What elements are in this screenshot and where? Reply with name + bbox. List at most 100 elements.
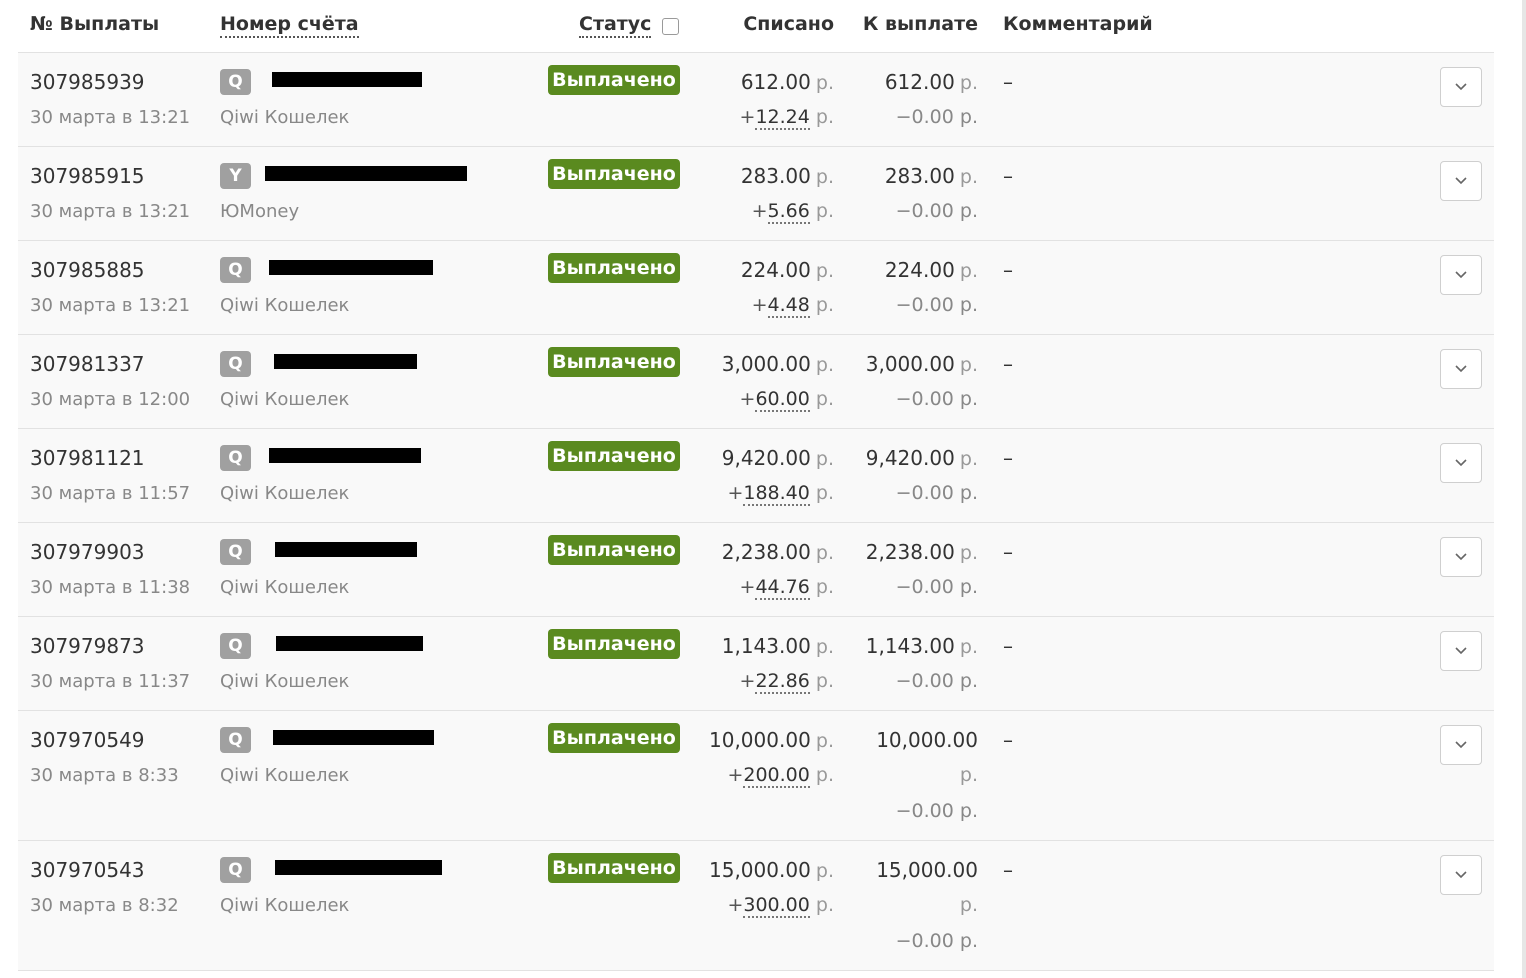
payout-id: 307985915	[30, 164, 145, 188]
payout-date: 30 марта в 8:33	[30, 765, 179, 786]
col-account-number[interactable]: Номер счёта	[220, 13, 359, 38]
debited-amount: 2,238.00 р.	[722, 540, 834, 564]
fee-amount[interactable]: +300.00 р.	[727, 894, 834, 918]
currency: р.	[959, 930, 978, 952]
fee-value[interactable]: 188.40	[743, 482, 810, 506]
expand-row-button[interactable]	[1440, 725, 1482, 765]
currency: р.	[959, 448, 978, 470]
fee-value[interactable]: 60.00	[755, 388, 810, 412]
table-row[interactable]: 307981337 30 марта в 12:00 Q Qiwi Кошеле…	[18, 335, 1494, 429]
expand-row-button[interactable]	[1440, 631, 1482, 671]
account-type: Qiwi Кошелек	[220, 389, 350, 410]
payout-amount: 283.00 р.	[885, 164, 978, 188]
currency: р.	[959, 294, 978, 316]
col-debited: Списано	[743, 13, 834, 35]
payout-value: 9,420.00	[865, 446, 955, 470]
account-type: Qiwi Кошелек	[220, 295, 350, 316]
status-badge: Выплачено	[548, 723, 680, 753]
scrollbar[interactable]	[1522, 0, 1526, 978]
currency: р.	[815, 106, 834, 128]
table-row[interactable]: 307985915 30 марта в 13:21 Y ЮMoney Выпл…	[18, 147, 1494, 241]
currency: р.	[815, 448, 834, 470]
expand-row-button[interactable]	[1440, 855, 1482, 895]
fee-amount[interactable]: +4.48 р.	[752, 294, 834, 318]
debit-value: 3,000.00	[721, 352, 811, 376]
expand-row-button[interactable]	[1440, 537, 1482, 577]
deduction-amount: −0.00 р.	[896, 800, 978, 822]
table-row[interactable]: 307970543 30 марта в 8:32 Q Qiwi Кошелек…	[18, 841, 1494, 971]
fee-amount[interactable]: +200.00 р.	[727, 764, 834, 788]
fee-value[interactable]: 200.00	[743, 764, 810, 788]
chevron-down-icon	[1455, 459, 1467, 467]
payout-date: 30 марта в 13:21	[30, 295, 191, 316]
comment-text: –	[1003, 258, 1013, 282]
deduction-value: −0.00	[895, 294, 954, 316]
deduction-value: −0.00	[895, 930, 954, 952]
wallet-badge-icon: Y	[220, 163, 251, 189]
table-row[interactable]: 307985939 30 марта в 13:21 Q Qiwi Кошеле…	[18, 53, 1494, 147]
account-redacted	[275, 542, 417, 557]
status-badge: Выплачено	[548, 253, 680, 283]
fee-amount[interactable]: +60.00 р.	[740, 388, 834, 412]
fee-value[interactable]: 22.86	[755, 670, 810, 694]
payout-amount: 9,420.00 р.	[866, 446, 978, 470]
table-row[interactable]: 307985885 30 марта в 13:21 Q Qiwi Кошеле…	[18, 241, 1494, 335]
payout-currency: р.	[960, 894, 978, 916]
deduction-amount: −0.00 р.	[896, 576, 978, 598]
wallet-badge-icon: Q	[220, 69, 251, 95]
fee-amount[interactable]: +44.76 р.	[740, 576, 834, 600]
currency: р.	[959, 388, 978, 410]
deduction-amount: −0.00 р.	[896, 200, 978, 222]
account-type: Qiwi Кошелек	[220, 577, 350, 598]
account-type: Qiwi Кошелек	[220, 483, 350, 504]
col-status[interactable]: Статус	[579, 13, 652, 38]
fee-amount[interactable]: +22.86 р.	[740, 670, 834, 694]
chevron-down-icon	[1455, 647, 1467, 655]
fee-value[interactable]: 12.24	[755, 106, 810, 130]
deduction-value: −0.00	[895, 106, 954, 128]
expand-row-button[interactable]	[1440, 255, 1482, 295]
expand-row-button[interactable]	[1440, 161, 1482, 201]
fee-value[interactable]: 5.66	[767, 200, 810, 224]
account-redacted	[275, 860, 442, 875]
expand-row-button[interactable]	[1440, 349, 1482, 389]
comment-text: –	[1003, 858, 1013, 882]
wallet-badge-icon: Q	[220, 727, 251, 753]
fee-amount[interactable]: +12.24 р.	[740, 106, 834, 130]
expand-row-button[interactable]	[1440, 67, 1482, 107]
currency: р.	[959, 200, 978, 222]
chevron-down-icon	[1455, 177, 1467, 185]
fee-amount[interactable]: +5.66 р.	[752, 200, 834, 224]
payout-id: 307981337	[30, 352, 145, 376]
table-row[interactable]: 307970549 30 марта в 8:33 Q Qiwi Кошелек…	[18, 711, 1494, 841]
fee-value[interactable]: 4.48	[767, 294, 810, 318]
payout-date: 30 марта в 11:57	[30, 483, 191, 504]
comment-text: –	[1003, 634, 1013, 658]
payout-value: 3,000.00	[865, 352, 955, 376]
fee-value[interactable]: 44.76	[755, 576, 810, 600]
debit-value: 224.00	[740, 258, 811, 282]
table-row[interactable]: 307979873 30 марта в 11:37 Q Qiwi Кошеле…	[18, 617, 1494, 711]
currency: р.	[815, 294, 834, 316]
currency: р.	[959, 72, 978, 94]
debited-amount: 3,000.00 р.	[722, 352, 834, 376]
expand-row-button[interactable]	[1440, 443, 1482, 483]
fee-value[interactable]: 300.00	[743, 894, 810, 918]
account-redacted	[269, 260, 433, 275]
currency: р.	[959, 800, 978, 822]
payout-value: 10,000.00	[876, 728, 978, 752]
table-header: № Выплаты Номер счёта Статус Списано К в…	[18, 0, 1494, 53]
payout-value: 224.00	[884, 258, 955, 282]
currency: р.	[815, 576, 834, 598]
debited-amount: 10,000.00 р.	[709, 728, 834, 752]
account-redacted	[265, 166, 467, 181]
status-filter-checkbox[interactable]	[662, 18, 679, 35]
payout-id: 307985939	[30, 70, 145, 94]
debited-amount: 9,420.00 р.	[722, 446, 834, 470]
table-row[interactable]: 307979903 30 марта в 11:38 Q Qiwi Кошеле…	[18, 523, 1494, 617]
deduction-value: −0.00	[895, 388, 954, 410]
currency: р.	[959, 576, 978, 598]
fee-amount[interactable]: +188.40 р.	[727, 482, 834, 506]
deduction-value: −0.00	[895, 482, 954, 504]
table-row[interactable]: 307981121 30 марта в 11:57 Q Qiwi Кошеле…	[18, 429, 1494, 523]
